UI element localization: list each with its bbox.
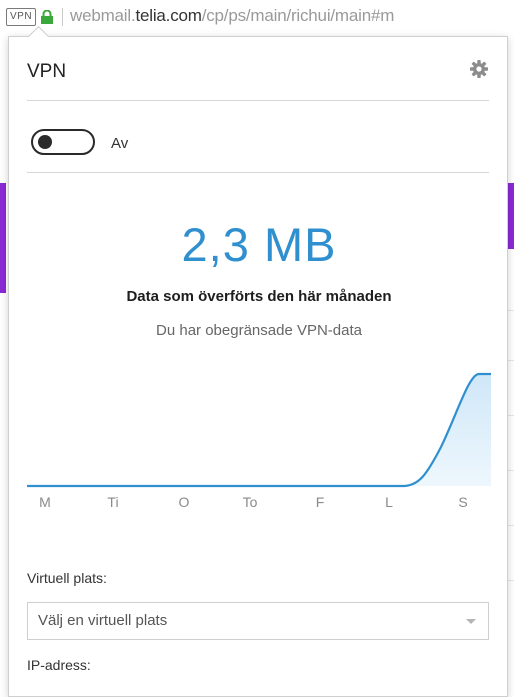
- chart-day-label: O: [178, 494, 190, 510]
- page-background-banner-left: [0, 183, 6, 293]
- vpn-badge-button[interactable]: VPN: [6, 8, 37, 26]
- chart-day-label: To: [242, 494, 258, 510]
- gear-icon[interactable]: [469, 59, 489, 79]
- popup-title: VPN: [27, 61, 67, 82]
- address-separator: [62, 8, 63, 26]
- url-prefix: webmail.: [70, 6, 136, 25]
- virtual-location-select[interactable]: Välj en virtuell plats: [27, 602, 489, 640]
- virtual-location-label: Virtuell plats:: [27, 570, 107, 586]
- toggle-state-label: Av: [111, 135, 129, 152]
- ip-address-label: IP-adress:: [27, 657, 91, 673]
- data-caption: Data som överförts den här månaden: [126, 288, 392, 305]
- chart-day-label: F: [315, 494, 325, 510]
- usage-chart: M Ti O To F L S: [27, 362, 491, 562]
- data-note: Du har obegränsade VPN-data: [156, 322, 362, 339]
- toggle-knob: [38, 135, 52, 149]
- chart-day-label: L: [385, 494, 393, 510]
- usage-line: [27, 372, 491, 488]
- usage-chart-svg: [27, 372, 491, 488]
- chart-day-label: Ti: [107, 494, 119, 510]
- url-field[interactable]: webmail.telia.com/cp/ps/main/richui/main…: [70, 6, 394, 26]
- data-amount: 2,3 MB: [181, 218, 337, 271]
- browser-address-bar: VPN webmail.telia.com/cp/ps/main/richui/…: [0, 0, 514, 34]
- chevron-down-icon: [466, 619, 476, 624]
- chart-day-label: S: [458, 494, 468, 510]
- lock-icon: [41, 10, 53, 24]
- vpn-toggle[interactable]: [31, 129, 95, 155]
- divider: [27, 172, 489, 173]
- usage-area: [403, 374, 491, 486]
- chart-day-label: M: [39, 494, 51, 510]
- divider: [27, 100, 489, 101]
- url-host: telia.com: [135, 6, 202, 25]
- vpn-popup: VPN Av 2,3 MB Data som överförts den här…: [8, 25, 508, 697]
- url-path: /cp/ps/main/richui/main#m: [201, 6, 395, 25]
- virtual-location-select-value: Välj en virtuell plats: [38, 612, 168, 629]
